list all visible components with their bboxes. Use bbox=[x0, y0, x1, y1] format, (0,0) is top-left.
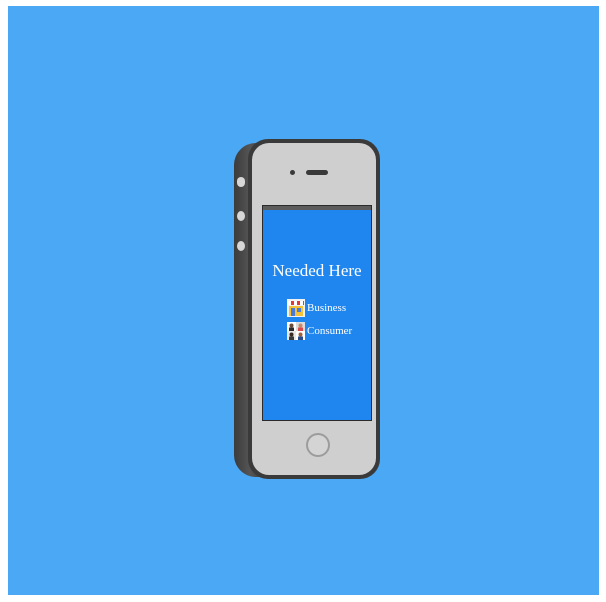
mute-switch bbox=[237, 177, 245, 187]
phone-face: Needed Here Business Consumer bbox=[252, 143, 376, 475]
status-bar bbox=[263, 206, 371, 210]
volume-up-button bbox=[237, 211, 245, 221]
phone-mockup: Needed Here Business Consumer bbox=[234, 139, 380, 479]
consumer-label: Consumer bbox=[307, 325, 353, 337]
phone-front-bezel: Needed Here Business Consumer bbox=[248, 139, 380, 479]
people-icon bbox=[287, 322, 305, 340]
storefront-icon bbox=[287, 299, 305, 317]
consumer-button[interactable]: Consumer bbox=[287, 321, 352, 341]
volume-down-button bbox=[237, 241, 245, 251]
earpiece-speaker bbox=[306, 170, 328, 175]
home-button bbox=[306, 433, 330, 457]
business-label: Business bbox=[307, 302, 347, 314]
front-camera-icon bbox=[290, 170, 295, 175]
business-button[interactable]: Business bbox=[287, 298, 346, 318]
phone-screen: Needed Here Business Consumer bbox=[262, 205, 372, 421]
app-title: Needed Here bbox=[272, 261, 362, 280]
